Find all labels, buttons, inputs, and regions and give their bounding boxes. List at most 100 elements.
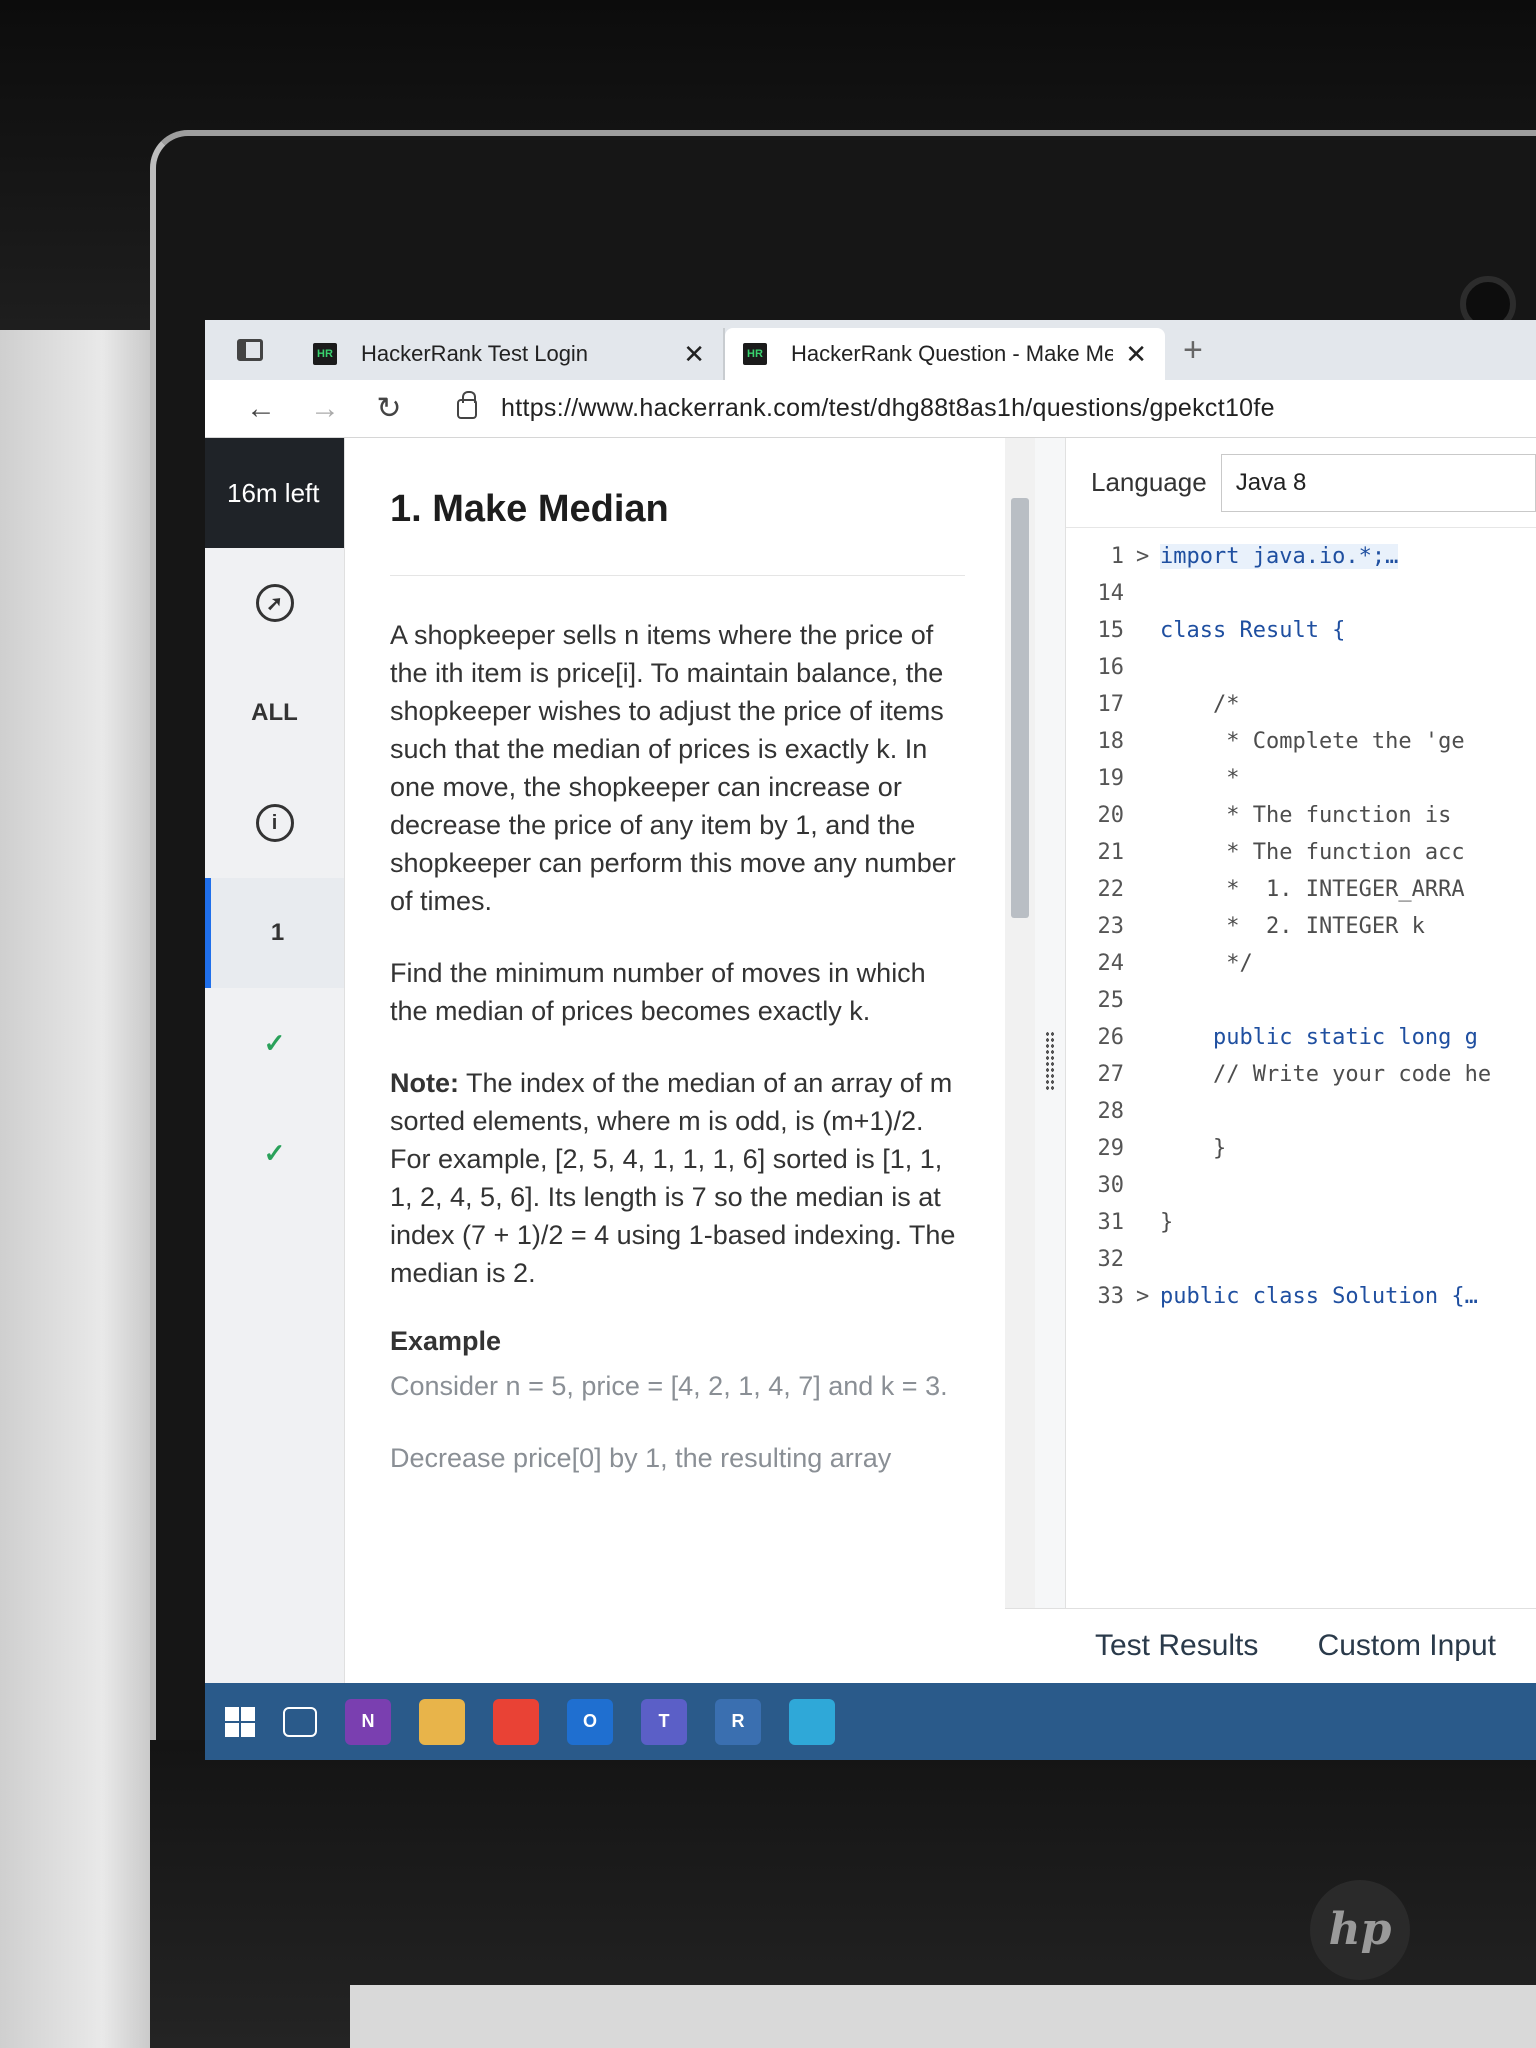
scrollbar-thumb[interactable] bbox=[1011, 498, 1029, 918]
forward-arrow-icon[interactable]: → bbox=[293, 392, 357, 426]
sidebar-item-question-1[interactable]: 1 bbox=[205, 878, 344, 988]
code-text: import java.io.*;… bbox=[1160, 544, 1399, 569]
refresh-icon[interactable]: ↻ bbox=[357, 391, 421, 426]
check-icon: ✓ bbox=[263, 1027, 286, 1058]
hp-logo: hp bbox=[1310, 1880, 1410, 1980]
line-number: 22 bbox=[1097, 877, 1125, 902]
code-line[interactable]: 14 bbox=[1066, 575, 1536, 612]
tab-actions-button[interactable] bbox=[205, 320, 295, 380]
info-icon: i bbox=[255, 804, 294, 842]
code-line[interactable]: 33 > public class Solution {… bbox=[1066, 1278, 1536, 1315]
code-line[interactable]: 15 class Result { bbox=[1066, 612, 1536, 649]
line-number: 1 bbox=[1110, 544, 1124, 569]
code-line[interactable]: 19 * bbox=[1066, 760, 1536, 797]
code-text: * The function is bbox=[1160, 803, 1452, 828]
code-line[interactable]: 18 * Complete the 'ge bbox=[1066, 723, 1536, 760]
question-number: 1 bbox=[270, 919, 285, 946]
tab-actions-icon bbox=[237, 339, 263, 361]
note-text: The index of the median of an array of m… bbox=[390, 1068, 956, 1288]
code-line[interactable]: 24 */ bbox=[1066, 945, 1536, 982]
code-line[interactable]: 32 bbox=[1066, 1241, 1536, 1278]
sidebar-item-completed[interactable]: ✓ bbox=[205, 988, 344, 1098]
example-heading: Example bbox=[390, 1326, 502, 1356]
line-number: 19 bbox=[1097, 766, 1125, 791]
fold-chevron-icon[interactable]: > bbox=[1136, 1284, 1160, 1309]
problem-scrollbar[interactable] bbox=[1005, 438, 1035, 1683]
code-line[interactable]: 30 bbox=[1066, 1167, 1536, 1204]
sidebar-item-navigate[interactable]: ➚ bbox=[205, 548, 344, 658]
line-number: 25 bbox=[1097, 988, 1125, 1013]
line-number: 15 bbox=[1097, 618, 1125, 643]
line-number: 16 bbox=[1097, 655, 1125, 680]
problem-note: Note: The index of the median of an arra… bbox=[390, 1064, 965, 1292]
custom-input-tab[interactable]: Custom Input bbox=[1318, 1629, 1496, 1663]
task-view-icon[interactable] bbox=[283, 1706, 317, 1737]
lock-icon[interactable] bbox=[457, 390, 477, 419]
new-tab-icon[interactable]: + bbox=[1183, 331, 1203, 370]
teams-icon[interactable]: T bbox=[641, 1698, 687, 1745]
sidebar-item-all[interactable]: ALL bbox=[205, 658, 344, 768]
problem-task: Find the minimum number of moves in whic… bbox=[390, 958, 926, 1026]
screen: HR HackerRank Test Login ✕ HR HackerRank… bbox=[205, 320, 1536, 1760]
line-number: 32 bbox=[1097, 1247, 1125, 1272]
code-line[interactable]: 22 * 1. INTEGER_ARRA bbox=[1066, 871, 1536, 908]
code-text: public static long g bbox=[1160, 1025, 1478, 1050]
edge-icon[interactable] bbox=[789, 1698, 835, 1745]
code-line[interactable]: 31} bbox=[1066, 1204, 1536, 1241]
line-number: 27 bbox=[1097, 1062, 1125, 1087]
sidebar-item-completed[interactable]: ✓ bbox=[205, 1098, 344, 1208]
code-text: public class Solution {… bbox=[1160, 1284, 1478, 1309]
line-number: 31 bbox=[1097, 1210, 1125, 1235]
code-line[interactable]: 23 * 2. INTEGER k bbox=[1066, 908, 1536, 945]
line-number: 20 bbox=[1097, 803, 1125, 828]
code-line[interactable]: 20 * The function is bbox=[1066, 797, 1536, 834]
pane-splitter[interactable] bbox=[1035, 438, 1065, 1683]
code-line[interactable]: 16 bbox=[1066, 649, 1536, 686]
browser-tab-bar: HR HackerRank Test Login ✕ HR HackerRank… bbox=[205, 320, 1536, 380]
line-number: 17 bbox=[1097, 692, 1125, 717]
code-area[interactable]: 1 > import java.io.*;… 14 15 class Result {16… bbox=[1066, 538, 1536, 1315]
code-editor: Language Java 8 1 > import java.io.*;… 14 15… bbox=[1065, 438, 1536, 1683]
test-results-tab[interactable]: Test Results bbox=[1095, 1629, 1258, 1663]
code-line[interactable]: 17 /* bbox=[1066, 686, 1536, 723]
hackerrank-logo-icon: HR bbox=[743, 343, 767, 365]
outlook-icon[interactable]: O bbox=[567, 1698, 613, 1745]
line-number: 26 bbox=[1097, 1025, 1125, 1050]
language-select[interactable]: Java 8 bbox=[1220, 453, 1536, 512]
sidebar-item-info[interactable]: i bbox=[205, 768, 344, 878]
line-number: 23 bbox=[1097, 914, 1125, 939]
windows-taskbar: N OTR bbox=[205, 1683, 1536, 1760]
problem-title: 1. Make Median bbox=[390, 488, 965, 576]
fold-chevron-icon[interactable]: > bbox=[1136, 544, 1160, 569]
tab-hackerrank-login[interactable]: HR HackerRank Test Login ✕ bbox=[295, 328, 725, 380]
remote-icon[interactable]: R bbox=[715, 1698, 761, 1745]
line-number: 30 bbox=[1097, 1173, 1125, 1198]
onenote-icon[interactable]: N bbox=[345, 1698, 391, 1745]
code-text: * 2. INTEGER k bbox=[1160, 914, 1425, 939]
problem-statement: 1. Make Median A shopkeeper sells n item… bbox=[345, 438, 1005, 1683]
taskbar-apps: N OTR bbox=[345, 1698, 835, 1745]
code-line[interactable]: 25 bbox=[1066, 982, 1536, 1019]
code-text: // Write your code he bbox=[1160, 1062, 1492, 1087]
line-number: 18 bbox=[1097, 729, 1125, 754]
code-line[interactable]: 1 > import java.io.*;… bbox=[1066, 538, 1536, 575]
windows-start-icon[interactable] bbox=[225, 1706, 255, 1737]
hackerrank-logo-icon: HR bbox=[313, 343, 337, 365]
code-line[interactable]: 29 } bbox=[1066, 1130, 1536, 1167]
close-icon[interactable]: ✕ bbox=[1125, 339, 1147, 370]
close-icon[interactable]: ✕ bbox=[683, 339, 705, 370]
code-text: * The function acc bbox=[1160, 840, 1465, 865]
chrome-icon[interactable] bbox=[493, 1698, 539, 1745]
code-line[interactable]: 27 // Write your code he bbox=[1066, 1056, 1536, 1093]
line-number: 28 bbox=[1097, 1099, 1125, 1124]
url-field[interactable]: https://www.hackerrank.com/test/dhg88t8a… bbox=[501, 394, 1275, 423]
code-line[interactable]: 28 bbox=[1066, 1093, 1536, 1130]
file-explorer-icon[interactable] bbox=[419, 1698, 465, 1745]
code-text: } bbox=[1160, 1210, 1174, 1235]
note-label: Note: bbox=[390, 1068, 459, 1098]
code-line[interactable]: 26 public static long g bbox=[1066, 1019, 1536, 1056]
code-line[interactable]: 21 * The function acc bbox=[1066, 834, 1536, 871]
code-text: * bbox=[1160, 766, 1240, 791]
back-arrow-icon[interactable]: ← bbox=[229, 392, 293, 426]
tab-hackerrank-question[interactable]: HR HackerRank Question - Make Me ✕ bbox=[725, 328, 1165, 380]
